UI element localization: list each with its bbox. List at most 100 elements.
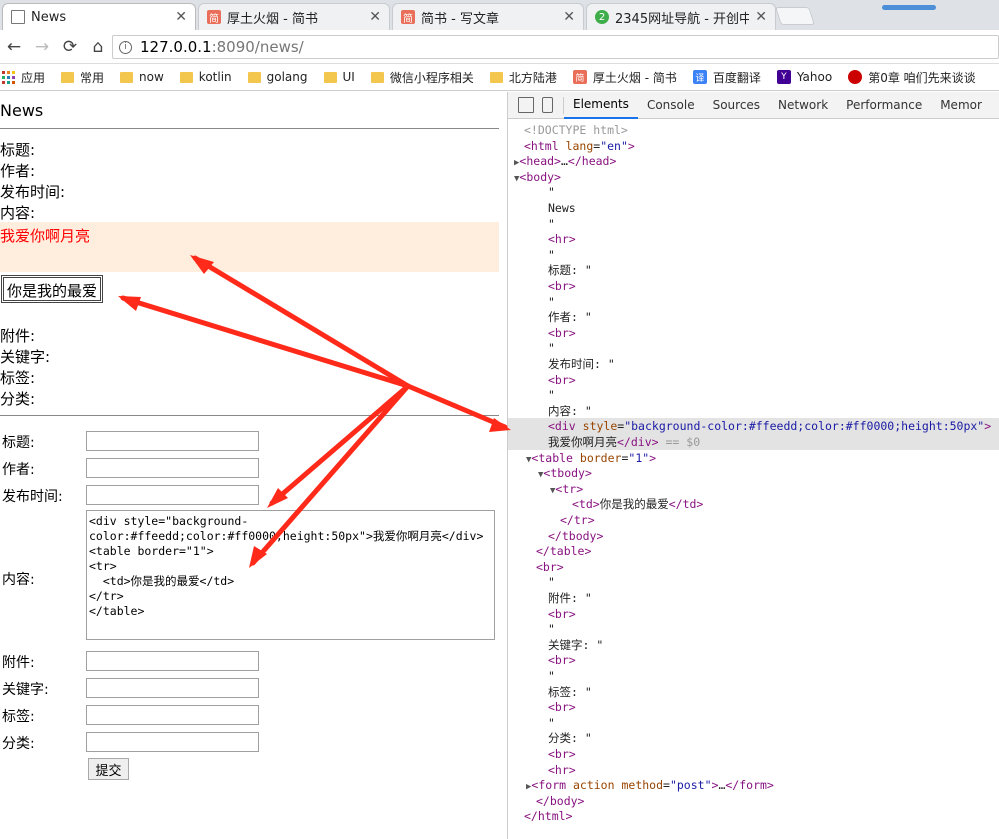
author-input[interactable] bbox=[86, 458, 259, 478]
meta-tags: 标签: bbox=[0, 369, 36, 387]
bookmark-folder-golang[interactable]: golang bbox=[244, 70, 312, 84]
dom-node-line[interactable]: <div style="background-color:#ffeedd;col… bbox=[508, 418, 999, 435]
dom-node-line[interactable]: 作者: " bbox=[508, 309, 999, 325]
dom-node-line[interactable]: <td>你是我的最爱</td> bbox=[508, 496, 999, 512]
dom-node-line[interactable]: " bbox=[508, 340, 999, 356]
bookmark-folder-weixin[interactable]: 微信小程序相关 bbox=[367, 69, 478, 86]
window-control-bar[interactable] bbox=[882, 5, 936, 10]
dom-node-line[interactable]: " bbox=[508, 621, 999, 637]
title-input[interactable] bbox=[86, 431, 259, 451]
new-tab-button[interactable] bbox=[775, 7, 815, 25]
inspect-cursor-icon[interactable] bbox=[518, 97, 534, 113]
dom-node-line[interactable]: <br> bbox=[508, 606, 999, 622]
close-icon[interactable]: ✕ bbox=[755, 9, 767, 25]
dom-node-line[interactable]: </tbody> bbox=[508, 528, 999, 544]
dom-node-line[interactable]: </tr> bbox=[508, 512, 999, 528]
dom-node-line[interactable]: 我爱你啊月亮</div> == $0 bbox=[508, 434, 999, 450]
dom-node-line[interactable]: </body> bbox=[508, 793, 999, 809]
dom-node-line[interactable]: " bbox=[508, 574, 999, 590]
bookmark-folder-kotlin[interactable]: kotlin bbox=[176, 70, 236, 84]
bookmark-jianshu[interactable]: 简厚土火烟 - 简书 bbox=[569, 69, 681, 86]
tab-jianshu-1[interactable]: 简 厚土火烟 - 简书 ✕ bbox=[198, 3, 390, 30]
bookmark-yahoo[interactable]: Y Yahoo bbox=[773, 70, 836, 84]
dom-node-line[interactable]: 发布时间: " bbox=[508, 356, 999, 372]
dom-node-line[interactable]: 关键字: " bbox=[508, 637, 999, 653]
form-content-label: 内容: bbox=[2, 572, 35, 588]
category-input[interactable] bbox=[86, 732, 259, 752]
tab-news[interactable]: News ✕ bbox=[2, 3, 196, 30]
dom-node-line[interactable]: <!DOCTYPE html> bbox=[508, 122, 999, 138]
dom-node-line[interactable]: </table> bbox=[508, 543, 999, 559]
tab-title: 2345网址导航 - 开创中国 bbox=[615, 11, 750, 27]
dom-node-line[interactable]: " bbox=[508, 247, 999, 263]
dom-node-line[interactable]: 标签: " bbox=[508, 684, 999, 700]
dom-node-line[interactable]: ▼<body> bbox=[508, 169, 999, 185]
tab-sources[interactable]: Sources bbox=[704, 92, 769, 119]
close-icon[interactable]: ✕ bbox=[369, 9, 381, 25]
dom-node-line[interactable]: <br> bbox=[508, 746, 999, 762]
dom-node-line[interactable]: News bbox=[508, 200, 999, 216]
keywords-input[interactable] bbox=[86, 678, 259, 698]
reload-icon[interactable]: ⟳ bbox=[56, 37, 84, 57]
tab-jianshu-2[interactable]: 简 简书 - 写文章 ✕ bbox=[392, 3, 584, 30]
dom-node-line[interactable]: " bbox=[508, 387, 999, 403]
forward-arrow-icon[interactable]: → bbox=[28, 37, 56, 57]
dom-node-line[interactable]: " bbox=[508, 184, 999, 200]
dom-node-line[interactable]: ▼<tr> bbox=[508, 481, 999, 497]
dom-node-line[interactable]: " bbox=[508, 216, 999, 232]
meta-category: 分类: bbox=[0, 390, 36, 408]
dom-node-line[interactable]: <br> bbox=[508, 278, 999, 294]
dom-node-line[interactable]: <br> bbox=[508, 559, 999, 575]
bookmark-folder-ui[interactable]: UI bbox=[320, 70, 359, 84]
bookmark-folder-beifang[interactable]: 北方陆港 bbox=[486, 69, 561, 86]
dom-node-line[interactable]: 内容: " bbox=[508, 403, 999, 419]
jianshu-icon: 简 bbox=[572, 70, 587, 84]
dom-node-line[interactable]: " bbox=[508, 715, 999, 731]
bookmark-chapter0[interactable]: 第0章 咱们先来谈谈 bbox=[844, 69, 979, 86]
bookmark-folder-now[interactable]: now bbox=[116, 70, 168, 84]
close-icon[interactable]: ✕ bbox=[563, 9, 575, 25]
folder-icon bbox=[370, 71, 384, 83]
dom-node-line[interactable]: 标题: " bbox=[508, 262, 999, 278]
devtools-tab-bar: Elements Console Sources Network Perform… bbox=[508, 92, 999, 119]
bookmark-label: 应用 bbox=[21, 70, 46, 85]
dom-node-line[interactable]: <br> bbox=[508, 325, 999, 341]
time-input[interactable] bbox=[86, 485, 259, 505]
tab-performance[interactable]: Performance bbox=[837, 92, 931, 119]
tab-2345[interactable]: 2 2345网址导航 - 开创中国 ✕ bbox=[586, 3, 776, 30]
submit-button[interactable]: 提交 bbox=[88, 758, 129, 780]
tab-strip: News ✕ 简 厚土火烟 - 简书 ✕ 简 简书 - 写文章 ✕ 2 2345… bbox=[0, 0, 999, 30]
dom-node-line[interactable]: <html lang="en"> bbox=[508, 138, 999, 154]
dom-node-line[interactable]: <hr> bbox=[508, 762, 999, 778]
tab-elements[interactable]: Elements bbox=[564, 92, 638, 119]
close-icon[interactable]: ✕ bbox=[175, 9, 187, 25]
tags-input[interactable] bbox=[86, 705, 259, 725]
dom-node-line[interactable]: " bbox=[508, 294, 999, 310]
redhat-icon bbox=[848, 70, 863, 84]
dom-node-line[interactable]: ▼<tbody> bbox=[508, 465, 999, 481]
address-bar[interactable]: i 127.0.0.1:8090/news/ bbox=[112, 35, 999, 59]
tab-console[interactable]: Console bbox=[638, 92, 704, 119]
home-icon[interactable]: ⌂ bbox=[84, 37, 112, 57]
info-icon[interactable]: i bbox=[119, 40, 132, 54]
content-textarea[interactable]: <div style="background- color:#ffeedd;co… bbox=[86, 510, 495, 640]
back-arrow-icon[interactable]: ← bbox=[0, 37, 28, 57]
dom-node-line[interactable]: </html> bbox=[508, 808, 999, 824]
bookmark-baidu-translate[interactable]: 译百度翻译 bbox=[689, 69, 765, 86]
bookmark-folder-changyong[interactable]: 常用 bbox=[57, 69, 108, 86]
dom-node-line[interactable]: ▶<head>…</head> bbox=[508, 153, 999, 169]
dom-node-line[interactable]: <br> bbox=[508, 699, 999, 715]
dom-node-line[interactable]: <hr> bbox=[508, 231, 999, 247]
bookmark-apps[interactable]: 应用 bbox=[0, 69, 49, 86]
dom-node-line[interactable]: ▼<table border="1"> bbox=[508, 450, 999, 466]
tab-network[interactable]: Network bbox=[769, 92, 837, 119]
dom-node-line[interactable]: 分类: " bbox=[508, 730, 999, 746]
dom-node-line[interactable]: <br> bbox=[508, 652, 999, 668]
dom-node-line[interactable]: 附件: " bbox=[508, 590, 999, 606]
dom-node-line[interactable]: " bbox=[508, 668, 999, 684]
device-toolbar-icon[interactable] bbox=[542, 97, 553, 113]
dom-node-line[interactable]: <br> bbox=[508, 372, 999, 388]
dom-node-line[interactable]: ▶<form action method="post">…</form> bbox=[508, 777, 999, 793]
attach-input[interactable] bbox=[86, 651, 259, 671]
tab-memory[interactable]: Memor bbox=[931, 92, 991, 119]
